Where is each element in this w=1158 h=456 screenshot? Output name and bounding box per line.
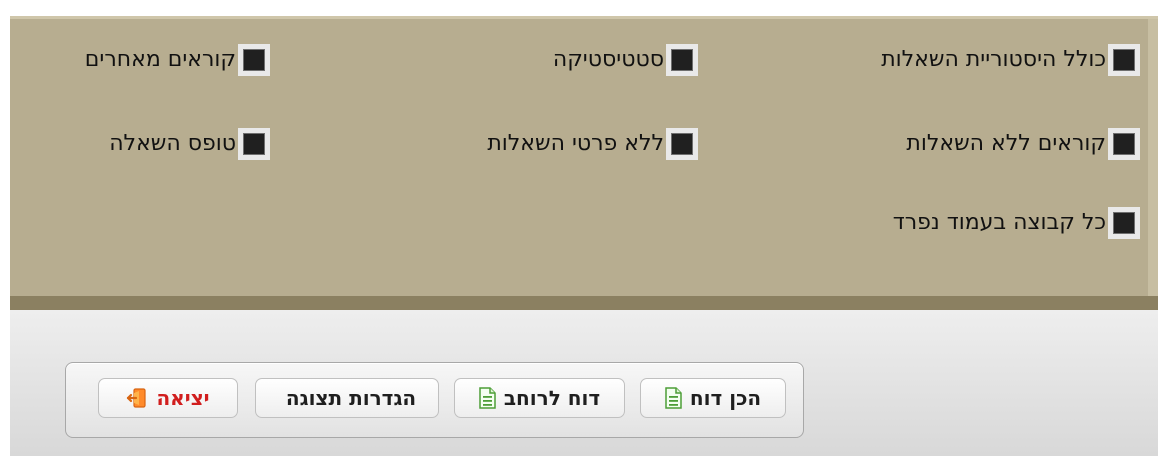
prepare-report-button[interactable]: הכן דוח <box>640 378 786 418</box>
option-label: סטטיסטיקה <box>552 47 664 72</box>
checkbox-icon[interactable] <box>666 128 698 160</box>
option-label: קוראים מאחרים <box>84 47 236 72</box>
document-icon <box>479 387 496 409</box>
exit-label: יציאה <box>156 386 210 410</box>
checkbox-icon[interactable] <box>1108 128 1140 160</box>
display-settings-button[interactable]: הגדרות תצוגה <box>255 378 439 418</box>
option-question-form[interactable]: טופס השאלה <box>109 128 270 160</box>
option-include-question-history[interactable]: כולל היסטוריית השאלות <box>881 44 1140 76</box>
option-label: קוראים ללא השאלות <box>906 131 1106 156</box>
report-toolbar: הכן דוח דוח לרוחב הגדרות תצוגה יציאה <box>65 362 804 438</box>
wide-report-button[interactable]: דוח לרוחב <box>454 378 625 418</box>
wide-report-label: דוח לרוחב <box>503 386 601 410</box>
top-strip <box>0 0 1158 16</box>
option-statistics[interactable]: סטטיסטיקה <box>553 44 698 76</box>
option-without-question-details[interactable]: ללא פרטי השאלות <box>487 128 698 160</box>
checkbox-icon[interactable] <box>238 128 270 160</box>
checkbox-icon[interactable] <box>1108 44 1140 76</box>
option-label: כולל היסטוריית השאלות <box>881 47 1106 72</box>
panel-divider <box>10 296 1158 310</box>
exit-button[interactable]: יציאה <box>98 378 238 418</box>
panel-edge <box>1148 19 1158 309</box>
checkbox-icon[interactable] <box>666 44 698 76</box>
option-label: ללא פרטי השאלות <box>487 131 664 156</box>
checkbox-icon[interactable] <box>238 44 270 76</box>
option-label: טופס השאלה <box>109 131 236 156</box>
option-readers-without-questions[interactable]: קוראים ללא השאלות <box>906 128 1140 160</box>
exit-icon <box>126 387 148 409</box>
document-icon <box>665 387 682 409</box>
option-label: כל קבוצה בעמוד נפרד <box>892 210 1106 235</box>
option-other-readers[interactable]: קוראים מאחרים <box>85 44 270 76</box>
checkbox-icon[interactable] <box>1108 207 1140 239</box>
display-settings-label: הגדרות תצוגה <box>285 386 417 410</box>
prepare-report-label: הכן דוח <box>689 386 762 410</box>
option-each-group-separate-page[interactable]: כל קבוצה בעמוד נפרד <box>893 207 1140 239</box>
